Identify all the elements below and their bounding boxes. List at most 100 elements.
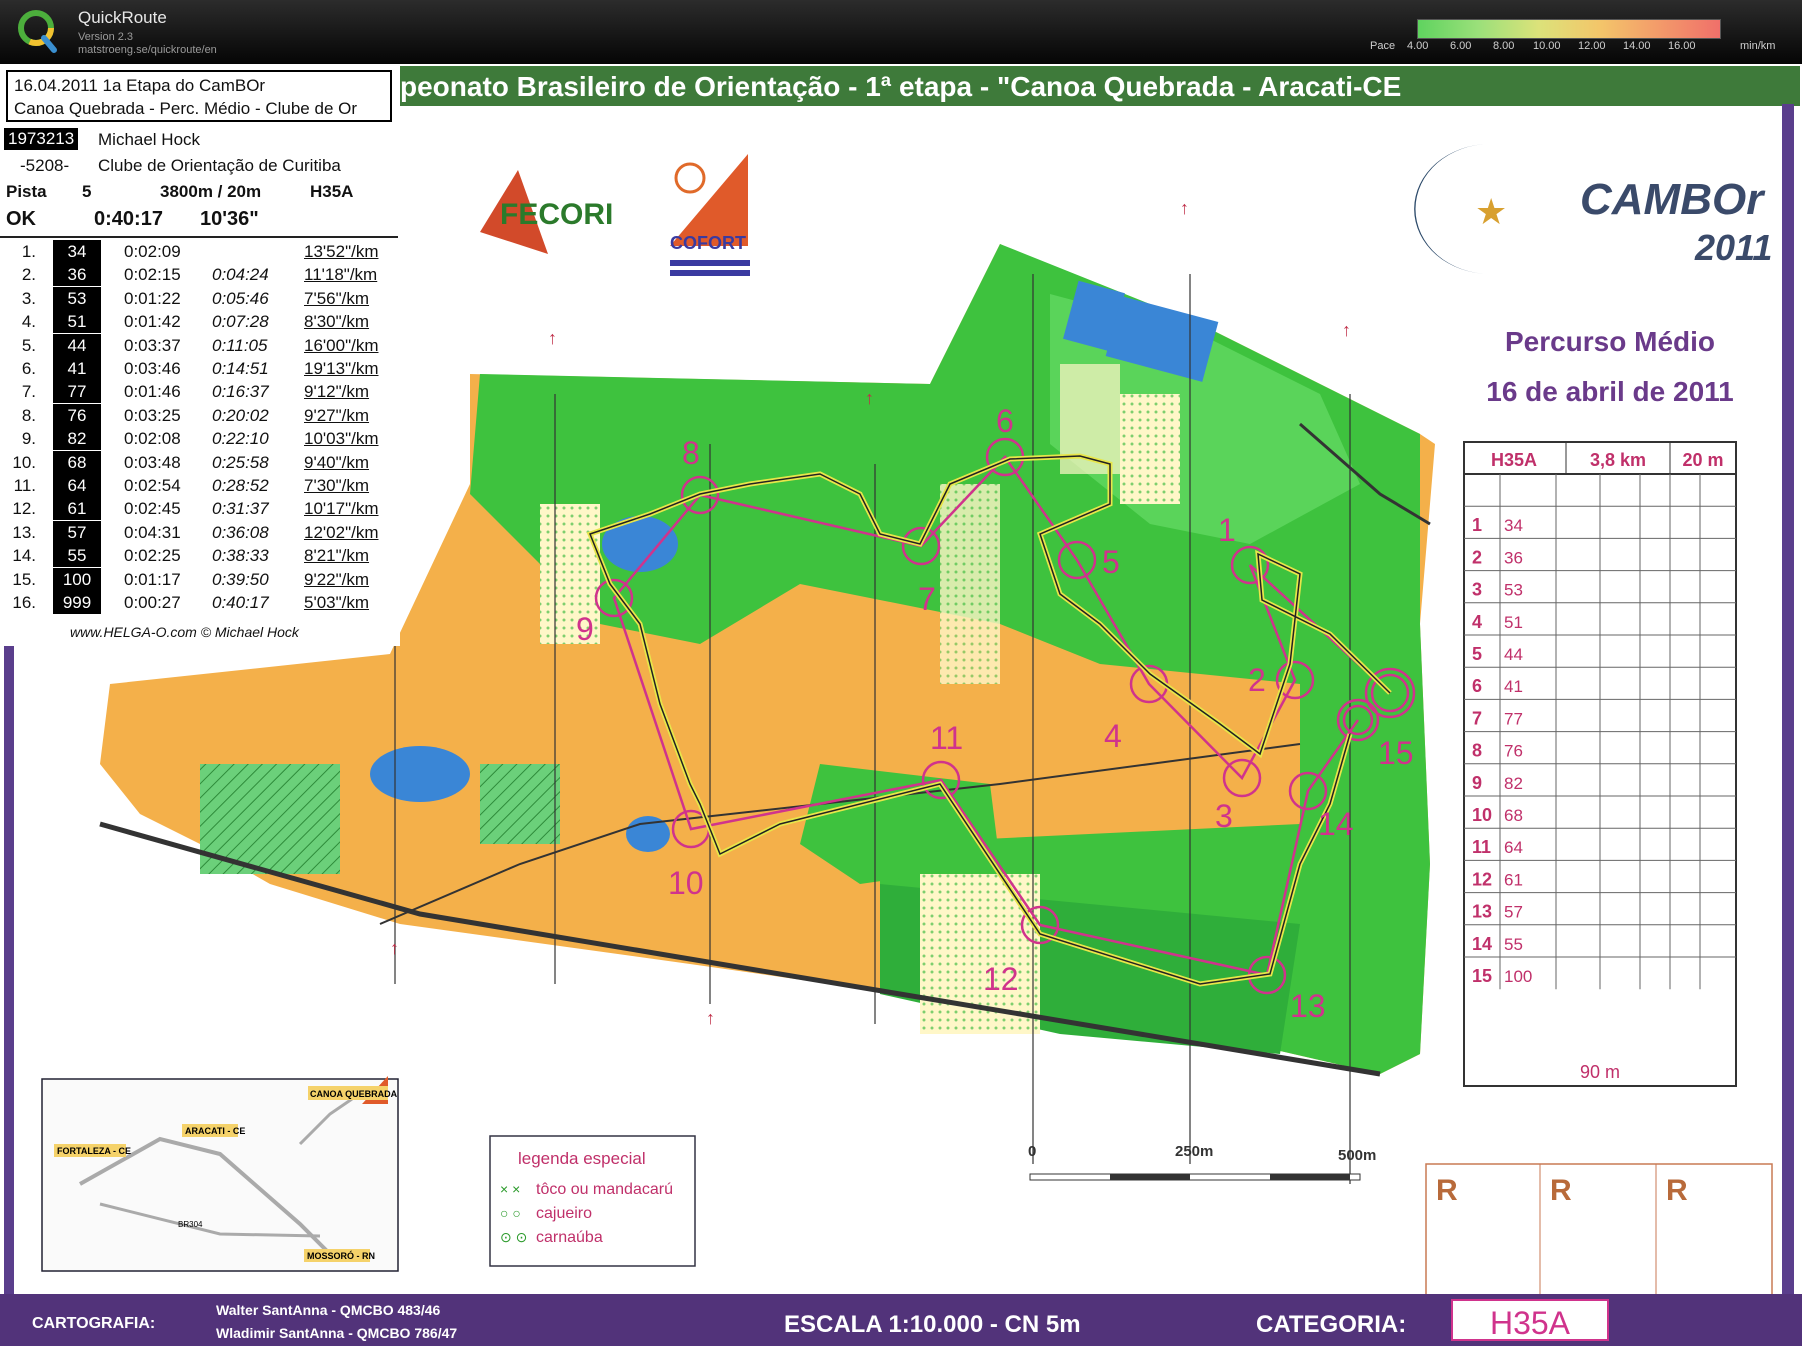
split-row[interactable]: 5. 44 0:03:37 0:11:05 16'00"/km bbox=[0, 333, 400, 357]
control-code: 64 bbox=[53, 474, 101, 497]
pista-label: Pista bbox=[6, 182, 47, 201]
svg-text:⊙ ⊙: ⊙ ⊙ bbox=[500, 1229, 527, 1245]
course-length: 3800m / 20m bbox=[160, 182, 262, 201]
cumulative-time: 0:31:37 bbox=[212, 499, 269, 519]
split-pace: 13'52"/km bbox=[304, 242, 379, 261]
split-row[interactable]: 4. 51 0:01:42 0:07:28 8'30"/km bbox=[0, 310, 400, 334]
split-time: 0:01:17 bbox=[124, 569, 181, 589]
split-row[interactable]: 12. 61 0:02:45 0:31:37 10'17"/km bbox=[0, 497, 400, 521]
split-time: 0:01:22 bbox=[124, 288, 181, 308]
cambor-logo: ★ CAMBOr 2011 bbox=[1414, 144, 1772, 274]
desc-row-code: 53 bbox=[1504, 581, 1523, 600]
split-time: 0:02:08 bbox=[124, 429, 181, 449]
split-time: 0:03:25 bbox=[124, 405, 181, 425]
desc-row-code: 41 bbox=[1504, 677, 1523, 696]
course-name: Percurso Médio bbox=[1505, 326, 1715, 357]
cumulative-time: 0:05:46 bbox=[212, 288, 269, 308]
split-row[interactable]: 10. 68 0:03:48 0:25:58 9'40"/km bbox=[0, 450, 400, 474]
desc-row-number: 12 bbox=[1472, 869, 1492, 889]
event-line: Canoa Quebrada - Perc. Médio - Clube de … bbox=[14, 99, 358, 118]
legend-item: cajueiro bbox=[536, 1205, 592, 1222]
control-code: 41 bbox=[53, 357, 101, 380]
split-number: 14. bbox=[12, 546, 36, 566]
desc-row-number: 4 bbox=[1472, 612, 1482, 632]
desc-row-number: 13 bbox=[1472, 902, 1492, 922]
desc-row-number: 8 bbox=[1472, 741, 1482, 761]
control-label: 4 bbox=[1104, 718, 1122, 754]
control-label: 11 bbox=[930, 720, 963, 756]
category: H35A bbox=[310, 182, 354, 201]
cartografia-2: Wladimir SantAnna - QMCBO 786/47 bbox=[216, 1325, 457, 1341]
desc-row-number: 7 bbox=[1472, 708, 1482, 728]
desc-row-code: 77 bbox=[1504, 709, 1523, 728]
desc-row-code: 51 bbox=[1504, 613, 1523, 632]
control-code: 55 bbox=[53, 544, 101, 568]
cartografia-label: CARTOGRAFIA: bbox=[32, 1315, 155, 1332]
split-number: 16. bbox=[12, 593, 36, 612]
split-number: 1. bbox=[21, 242, 36, 261]
split-row[interactable]: 7. 77 0:01:46 0:16:37 9'12"/km bbox=[0, 380, 400, 404]
split-row[interactable]: 6. 41 0:03:46 0:14:51 19'13"/km bbox=[0, 357, 400, 380]
split-pace: 12'02"/km bbox=[304, 522, 379, 542]
scale-label: 500m bbox=[1338, 1147, 1376, 1164]
split-number: 9. bbox=[21, 429, 36, 449]
split-row[interactable]: 3. 53 0:01:22 0:05:46 7'56"/km bbox=[0, 286, 400, 310]
control-code: 34 bbox=[53, 240, 101, 263]
control-code: 999 bbox=[53, 591, 101, 614]
split-row[interactable]: 8. 76 0:03:25 0:20:02 9'27"/km bbox=[0, 403, 400, 427]
svg-text:↑: ↑ bbox=[1180, 198, 1189, 218]
split-time: 0:04:31 bbox=[124, 522, 181, 542]
legend-title: legenda especial bbox=[518, 1149, 646, 1168]
split-pace: 8'21"/km bbox=[304, 546, 370, 566]
split-row[interactable]: 1. 34 0:02:09 13'52"/km bbox=[0, 240, 400, 263]
cumulative-time: 0:36:08 bbox=[212, 522, 269, 542]
cumulative-time: 0:07:28 bbox=[212, 312, 269, 332]
split-time: 0:02:25 bbox=[124, 546, 181, 566]
app-url: matstroeng.se/quickroute/en bbox=[78, 44, 217, 56]
split-row[interactable]: 16. 999 0:00:27 0:40:17 5'03"/km bbox=[0, 591, 400, 614]
desc-row-code: 61 bbox=[1504, 870, 1523, 889]
split-row[interactable]: 15. 100 0:01:17 0:39:50 9'22"/km bbox=[0, 567, 400, 591]
split-row[interactable]: 11. 64 0:02:54 0:28:52 7'30"/km bbox=[0, 474, 400, 497]
total-time: 0:40:17 bbox=[94, 208, 163, 230]
control-code: 57 bbox=[53, 520, 101, 544]
split-number: 2. bbox=[21, 265, 36, 285]
svg-text:COFORT: COFORT bbox=[670, 233, 746, 253]
split-number: 15. bbox=[12, 569, 36, 589]
control-label: 12 bbox=[983, 961, 1019, 997]
split-row[interactable]: 14. 55 0:02:25 0:38:33 8'21"/km bbox=[0, 544, 400, 568]
desc-row-code: 76 bbox=[1504, 742, 1523, 761]
split-pace: 8'30"/km bbox=[304, 312, 370, 332]
legend-item: tôco ou mandacarú bbox=[536, 1181, 673, 1198]
desc-row-number: 9 bbox=[1472, 773, 1482, 793]
split-time: 0:02:54 bbox=[124, 476, 181, 495]
desc-row-code: 34 bbox=[1504, 516, 1523, 535]
split-pace: 10'17"/km bbox=[304, 499, 379, 519]
split-pace: 9'27"/km bbox=[304, 405, 370, 425]
club-name: Clube de Orientação de Curitiba bbox=[98, 156, 341, 175]
split-pace: 10'03"/km bbox=[304, 429, 379, 449]
svg-text:2011: 2011 bbox=[1694, 227, 1772, 268]
control-code: 82 bbox=[53, 427, 101, 451]
split-row[interactable]: 2. 36 0:02:15 0:04:24 11'18"/km bbox=[0, 263, 400, 287]
control-code: 51 bbox=[53, 310, 101, 334]
fecori-logo: FECORI bbox=[480, 170, 613, 254]
desc-finish-distance: 90 m bbox=[1580, 1062, 1620, 1082]
svg-text:CANOA QUEBRADA: CANOA QUEBRADA bbox=[310, 1089, 398, 1099]
split-row[interactable]: 9. 82 0:02:08 0:22:10 10'03"/km bbox=[0, 427, 400, 451]
event-date-line: 16.04.2011 1a Etapa do CamBOr bbox=[14, 76, 266, 95]
control-label: 14 bbox=[1318, 806, 1354, 842]
svg-text:CAMBOr: CAMBOr bbox=[1580, 175, 1766, 224]
control-label: 7 bbox=[918, 581, 936, 617]
desc-row-number: 1 bbox=[1472, 515, 1482, 535]
desc-row-code: 82 bbox=[1504, 774, 1523, 793]
desc-row-number: 3 bbox=[1472, 580, 1482, 600]
lap-info-panel: 16.04.2011 1a Etapa do CamBOr Canoa Queb… bbox=[0, 64, 400, 646]
desc-length: 3,8 km bbox=[1590, 450, 1646, 470]
split-row[interactable]: 13. 57 0:04:31 0:36:08 12'02"/km bbox=[0, 520, 400, 544]
svg-text:ARACATI - CE: ARACATI - CE bbox=[185, 1126, 245, 1136]
control-label: 13 bbox=[1290, 988, 1326, 1024]
svg-text:FECORI: FECORI bbox=[500, 198, 613, 231]
split-pace: 9'12"/km bbox=[304, 382, 370, 402]
control-label: 3 bbox=[1215, 798, 1233, 834]
